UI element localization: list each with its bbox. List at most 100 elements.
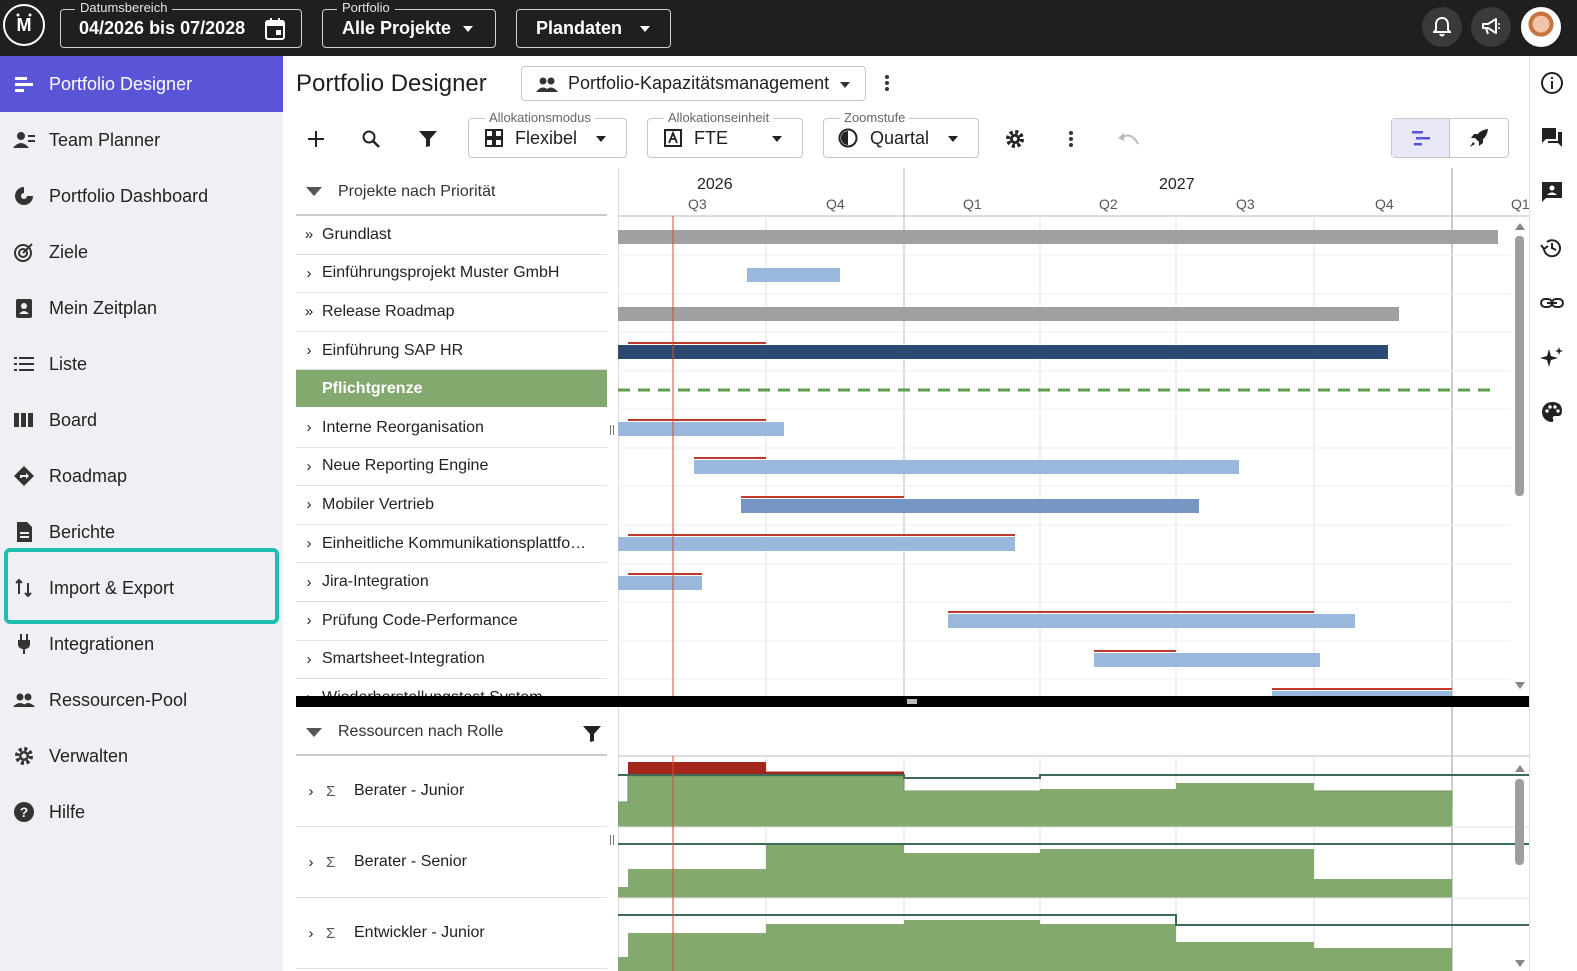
resource-group-header[interactable]: Ressourcen nach Rolle: [296, 707, 607, 756]
project-row[interactable]: › Einführung SAP HR: [296, 332, 607, 371]
portfolio-select[interactable]: Portfolio Alle Projekte: [322, 0, 496, 48]
scroll-up-icon[interactable]: [1515, 765, 1525, 772]
project-row[interactable]: › Prüfung Code-Performance: [296, 602, 607, 641]
project-row[interactable]: › Einheitliche Kommunikationsplattfo…: [296, 525, 607, 564]
scroll-down-icon[interactable]: [1515, 960, 1525, 967]
sidebar-item-ziele[interactable]: Ziele: [0, 224, 283, 280]
more-options-button[interactable]: [885, 75, 889, 91]
bar-grundlast[interactable]: [618, 230, 1498, 244]
expand-icon[interactable]: ›: [296, 574, 322, 591]
link-icon[interactable]: [1540, 291, 1564, 315]
expand-icon[interactable]: ›: [296, 651, 322, 668]
forum-icon[interactable]: [1540, 126, 1564, 150]
bar-code-performance[interactable]: [948, 614, 1355, 628]
bar-einfuehrungsprojekt[interactable]: [747, 268, 840, 282]
sidebar-item-roadmap[interactable]: Roadmap: [0, 448, 283, 504]
zoom-select[interactable]: Zoomstufe Quartal: [823, 110, 979, 158]
undo-button[interactable]: [1116, 127, 1140, 151]
sidebar-item-integrationen[interactable]: Integrationen: [0, 616, 283, 672]
bell-icon: [1433, 17, 1451, 37]
announcements-button[interactable]: [1471, 7, 1511, 47]
sidebar-item-portfolio-dashboard[interactable]: Portfolio Dashboard: [0, 168, 283, 224]
board-icon: [14, 413, 33, 427]
bar-release-roadmap[interactable]: [618, 307, 1399, 321]
sidebar-item-label: Berichte: [49, 521, 116, 542]
filter-button[interactable]: [416, 127, 440, 151]
expand-icon[interactable]: »: [296, 303, 322, 320]
sidebar-item-board[interactable]: Board: [0, 392, 283, 448]
expand-icon[interactable]: ›: [296, 783, 326, 800]
resource-row[interactable]: › Σ Berater - Junior: [296, 756, 607, 827]
sidebar-item-verwalten[interactable]: Verwalten: [0, 728, 283, 784]
expand-icon[interactable]: ›: [296, 535, 322, 552]
expand-icon[interactable]: ›: [296, 342, 322, 359]
scroll-up-icon[interactable]: [1515, 223, 1525, 230]
project-row[interactable]: › Jira-Integration: [296, 563, 607, 602]
expand-icon[interactable]: ›: [296, 854, 326, 871]
settings-button[interactable]: [1003, 127, 1027, 151]
search-button[interactable]: [359, 127, 383, 151]
bar-reporting-engine[interactable]: [694, 460, 1239, 474]
expand-icon[interactable]: ›: [296, 496, 322, 513]
portfolio-legend: Portfolio: [337, 0, 395, 15]
bar-smartsheet-integration[interactable]: [1094, 653, 1320, 667]
resource-row[interactable]: › Σ Entwickler - Junior: [296, 898, 607, 969]
bar-mobiler-vertrieb[interactable]: [741, 499, 1199, 513]
gear-icon: [15, 747, 33, 765]
gantt-view-button[interactable]: [1392, 119, 1451, 157]
bar-interne-reorganisation[interactable]: [618, 422, 784, 436]
sidebar-item-liste[interactable]: Liste: [0, 336, 283, 392]
project-row[interactable]: » Release Roadmap: [296, 293, 607, 332]
palette-icon[interactable]: [1540, 400, 1564, 424]
expand-icon[interactable]: ›: [296, 458, 322, 475]
sidebar-item-hilfe[interactable]: ? Hilfe: [0, 784, 283, 840]
sidebar-item-ressourcen-pool[interactable]: Ressourcen-Pool: [0, 672, 283, 728]
comment-icon[interactable]: [1540, 180, 1564, 204]
notifications-button[interactable]: [1422, 7, 1462, 47]
toolbar-more-button[interactable]: [1069, 131, 1073, 147]
project-row[interactable]: › Einführungsprojekt Muster GmbH: [296, 255, 607, 294]
resize-handle[interactable]: [610, 835, 614, 845]
vertical-scrollbar[interactable]: [1515, 779, 1524, 865]
rocket-view-button[interactable]: [1450, 119, 1508, 157]
user-avatar[interactable]: [1521, 7, 1561, 47]
project-row[interactable]: › Interne Reorganisation: [296, 409, 607, 448]
panel-splitter[interactable]: [296, 696, 1529, 707]
project-row[interactable]: › Mobiler Vertrieb: [296, 486, 607, 525]
scroll-down-icon[interactable]: [1515, 682, 1525, 689]
resource-name: Berater - Senior: [354, 853, 467, 870]
sidebar-item-team-planner[interactable]: Team Planner: [0, 112, 283, 168]
expand-icon[interactable]: ›: [296, 925, 326, 942]
expand-icon[interactable]: ›: [296, 419, 322, 436]
expand-icon[interactable]: ›: [296, 612, 322, 629]
bar-kommunikationsplattform[interactable]: [618, 537, 1015, 551]
resize-handle[interactable]: [610, 425, 614, 435]
info-icon[interactable]: [1540, 71, 1564, 95]
sparkle-icon[interactable]: [1540, 346, 1564, 370]
expand-icon[interactable]: ›: [296, 265, 322, 282]
plandaten-select[interactable]: Plandaten: [516, 9, 671, 48]
sidebar-item-mein-zeitplan[interactable]: Mein Zeitplan: [0, 280, 283, 336]
date-range-field[interactable]: Datumsbereich 04/2026 bis 07/2028: [60, 0, 302, 48]
history-icon[interactable]: [1540, 236, 1564, 260]
app-logo[interactable]: M: [3, 4, 45, 46]
sidebar-item-portfolio-designer[interactable]: Portfolio Designer: [0, 56, 283, 112]
mandatory-limit-row[interactable]: Pflichtgrenze: [296, 370, 607, 408]
allocation-mode-select[interactable]: Allokationsmodus Flexibel: [468, 110, 627, 158]
add-button[interactable]: [304, 127, 328, 151]
project-group-header[interactable]: Projekte nach Priorität: [296, 168, 607, 216]
project-name: Mobiler Vertrieb: [322, 495, 435, 513]
allocation-unit-select[interactable]: Allokationseinheit FTE: [647, 110, 803, 158]
vertical-scrollbar[interactable]: [1515, 236, 1524, 496]
filter-icon[interactable]: [583, 725, 601, 743]
expand-icon[interactable]: »: [296, 226, 322, 243]
project-row[interactable]: › Neue Reporting Engine: [296, 448, 607, 487]
project-row[interactable]: » Grundlast: [296, 216, 607, 255]
view-select[interactable]: Portfolio-Kapazitätsmanagement: [521, 66, 866, 101]
allocation-unit-legend: Allokationseinheit: [664, 110, 774, 125]
people-icon: [13, 693, 35, 707]
resource-row[interactable]: › Σ Berater - Senior: [296, 827, 607, 898]
bar-sap-hr[interactable]: [618, 345, 1388, 359]
bar-jira-integration[interactable]: [618, 576, 702, 590]
project-row[interactable]: › Smartsheet-Integration: [296, 641, 607, 680]
